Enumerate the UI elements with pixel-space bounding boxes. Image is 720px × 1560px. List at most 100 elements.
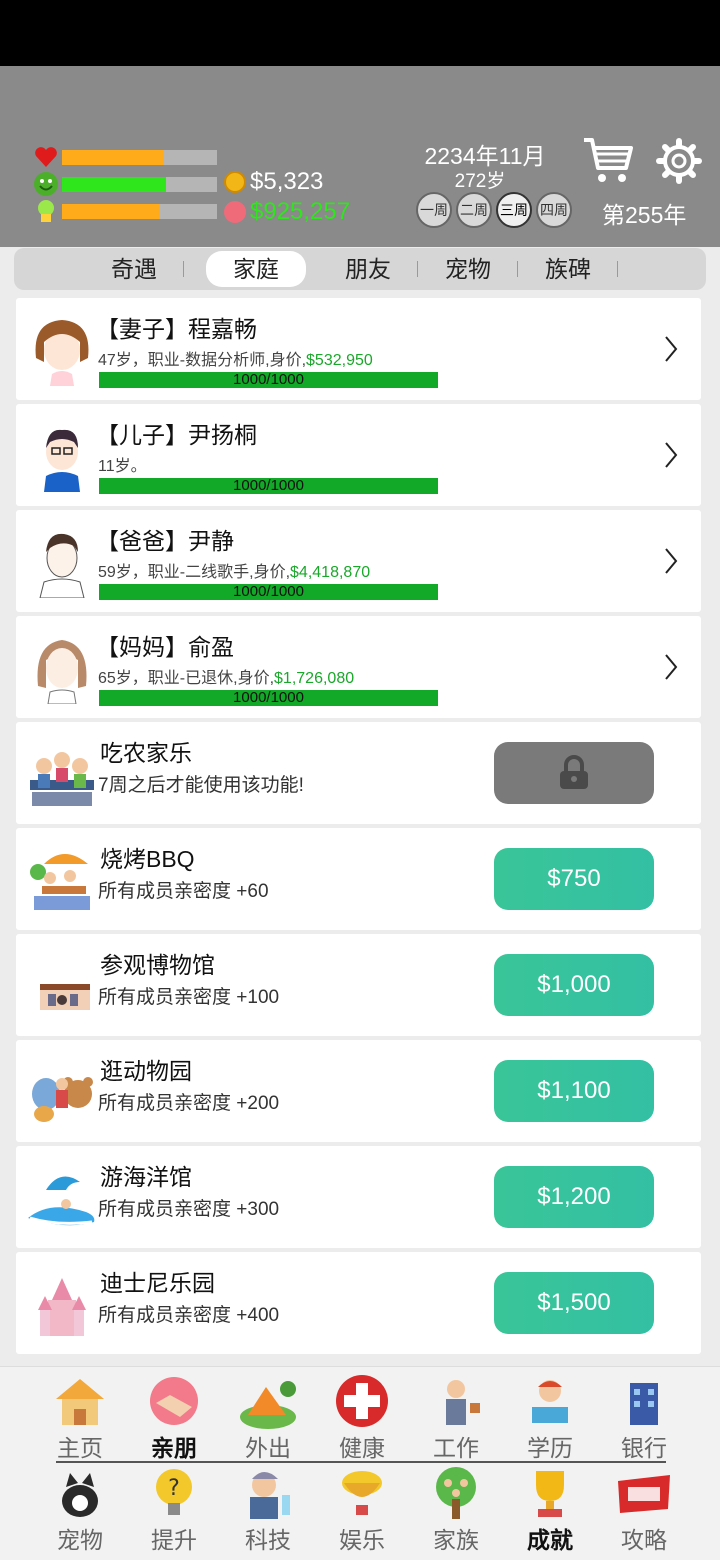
locked-activity-button[interactable]	[494, 742, 654, 804]
activity-title: 吃农家乐	[100, 740, 192, 766]
student-reading-icon	[532, 1380, 568, 1423]
member-title: 【妈妈】俞盈	[96, 634, 234, 660]
member-title: 【爸爸】尹静	[96, 528, 234, 554]
nav-row-2: 宠物 ? 提升 科技 娱乐 家族 成就 攻略	[33, 1465, 693, 1557]
activity-description: 所有成员亲密度 +200	[98, 1093, 280, 1114]
member-info: 11岁。	[98, 458, 147, 475]
farm-dining-image	[30, 752, 94, 806]
week-4: 四周	[536, 192, 572, 228]
nav-row-1: 主页 亲朋 外出 健康 工作 学历 银行	[33, 1373, 693, 1465]
chevron-right-icon	[665, 336, 678, 362]
tab-pets[interactable]: 宠物	[418, 251, 518, 287]
family-tree-icon	[436, 1467, 476, 1519]
family-member-son[interactable]: 【儿子】尹扬桐 11岁。 1000/1000	[16, 404, 701, 506]
cash-display: $5,323	[224, 168, 323, 196]
nav-health[interactable]: 健康	[315, 1373, 409, 1465]
nav-bank[interactable]: 银行	[597, 1373, 691, 1465]
buy-activity-button[interactable]: $1,200	[494, 1166, 654, 1228]
week-1: 一周	[416, 192, 452, 228]
lock-icon	[560, 755, 588, 789]
bottom-navigation: 主页 亲朋 外出 健康 工作 学历 银行 宠物 ? 提升 科技 娱乐 家族 成就…	[0, 1366, 720, 1560]
year-counter: 第255年	[602, 202, 687, 228]
activity-description: 所有成员亲密度 +60	[98, 881, 269, 902]
svg-text:?: ?	[168, 1476, 180, 1501]
nav-work[interactable]: 工作	[409, 1373, 503, 1465]
member-info: 59岁，职业-二线歌手,身价,$4,418,870	[98, 564, 371, 581]
scientist-icon	[250, 1472, 290, 1519]
buy-activity-button[interactable]: $750	[494, 848, 654, 910]
buy-activity-button[interactable]: $1,000	[494, 954, 654, 1016]
house-icon	[56, 1379, 104, 1425]
heart-icon	[32, 144, 60, 170]
tab-family[interactable]: 家庭	[206, 251, 306, 287]
mother-avatar	[37, 640, 87, 704]
nav-divider	[56, 1461, 666, 1463]
shopping-cart-icon[interactable]	[582, 134, 634, 186]
nav-education[interactable]: 学历	[503, 1373, 597, 1465]
nav-achievements[interactable]: 成就	[503, 1465, 597, 1557]
nav-entertainment[interactable]: 娱乐	[315, 1465, 409, 1557]
smiley-face-icon	[32, 171, 60, 197]
member-info: 47岁，职业-数据分析师,身价,$532,950	[98, 352, 373, 369]
buy-activity-button[interactable]: $1,100	[494, 1060, 654, 1122]
bbq-party-image	[30, 854, 90, 910]
assets-amount: $925,257	[250, 198, 351, 225]
member-title: 【妻子】程嘉畅	[96, 316, 257, 342]
nav-pets[interactable]: 宠物	[33, 1465, 127, 1557]
bank-building-icon	[630, 1383, 658, 1425]
family-member-wife[interactable]: 【妻子】程嘉畅 47岁，职业-数据分析师,身价,$532,950 1000/10…	[16, 298, 701, 400]
chevron-right-icon	[665, 548, 678, 574]
medical-cross-icon	[336, 1375, 388, 1427]
activity-description: 7周之后才能使用该功能!	[98, 775, 304, 796]
status-bar	[0, 0, 720, 66]
activity-title: 参观博物馆	[100, 952, 215, 978]
museum-image	[40, 984, 90, 1010]
nav-technology[interactable]: 科技	[221, 1465, 315, 1557]
tab-encounter[interactable]: 奇遇	[84, 251, 184, 287]
activity-title: 烧烤BBQ	[100, 846, 195, 872]
lightbulb-question-icon: ?	[156, 1469, 192, 1515]
family-member-mother[interactable]: 【妈妈】俞盈 65岁，职业-已退休,身价,$1,726,080 1000/100…	[16, 616, 701, 718]
wife-avatar	[35, 320, 89, 386]
tab-friends[interactable]: 朋友	[318, 251, 418, 287]
settings-gear-icon[interactable]	[656, 138, 702, 184]
tab-clan-monument[interactable]: 族碑	[518, 251, 618, 287]
nav-clan[interactable]: 家族	[409, 1465, 503, 1557]
castle-image	[38, 1278, 86, 1336]
nav-home[interactable]: 主页	[33, 1373, 127, 1465]
cash-amount: $5,323	[250, 168, 324, 195]
age-label: 272岁	[454, 171, 506, 192]
dolphin-whale-image	[28, 1176, 95, 1226]
tips-sign-icon	[618, 1475, 670, 1513]
tent-icon	[240, 1381, 296, 1429]
brain-head-icon	[32, 198, 60, 224]
activity-description: 所有成员亲密度 +300	[98, 1199, 280, 1220]
assets-display: $925,257	[224, 198, 350, 226]
son-avatar	[44, 429, 80, 492]
family-member-father[interactable]: 【爸爸】尹静 59岁，职业-二线歌手,身价,$4,418,870 1000/10…	[16, 510, 701, 612]
buy-activity-button[interactable]: $1,500	[494, 1272, 654, 1334]
happiness-bar	[62, 176, 217, 192]
nav-guide[interactable]: 攻略	[597, 1465, 691, 1557]
worker-icon	[446, 1380, 480, 1425]
activity-title: 逛动物园	[100, 1058, 192, 1084]
father-avatar	[39, 533, 85, 598]
handshake-icon	[150, 1377, 198, 1425]
nav-outing[interactable]: 外出	[221, 1373, 315, 1465]
activity-aquarium: 游海洋馆 所有成员亲密度 +300 $1,200	[16, 1146, 701, 1248]
trophy-cup-icon	[342, 1471, 382, 1515]
nav-improve[interactable]: ? 提升	[127, 1465, 221, 1557]
week-3: 三周	[496, 192, 532, 228]
activity-disneyland: 迪士尼乐园 所有成员亲密度 +400 $1,500	[16, 1252, 701, 1354]
activity-title: 迪士尼乐园	[100, 1270, 215, 1296]
nav-relatives[interactable]: 亲朋	[127, 1373, 221, 1465]
activity-museum: 参观博物馆 所有成员亲密度 +100 $1,000	[16, 934, 701, 1036]
health-stat	[32, 144, 217, 170]
smarts-stat	[32, 198, 217, 224]
chevron-right-icon	[665, 442, 678, 468]
activity-bbq: 烧烤BBQ 所有成员亲密度 +60 $750	[16, 828, 701, 930]
intimacy-bar: 1000/1000	[99, 372, 438, 388]
member-title: 【儿子】尹扬桐	[96, 422, 257, 448]
health-bar	[62, 149, 217, 165]
intimacy-bar: 1000/1000	[99, 478, 438, 494]
